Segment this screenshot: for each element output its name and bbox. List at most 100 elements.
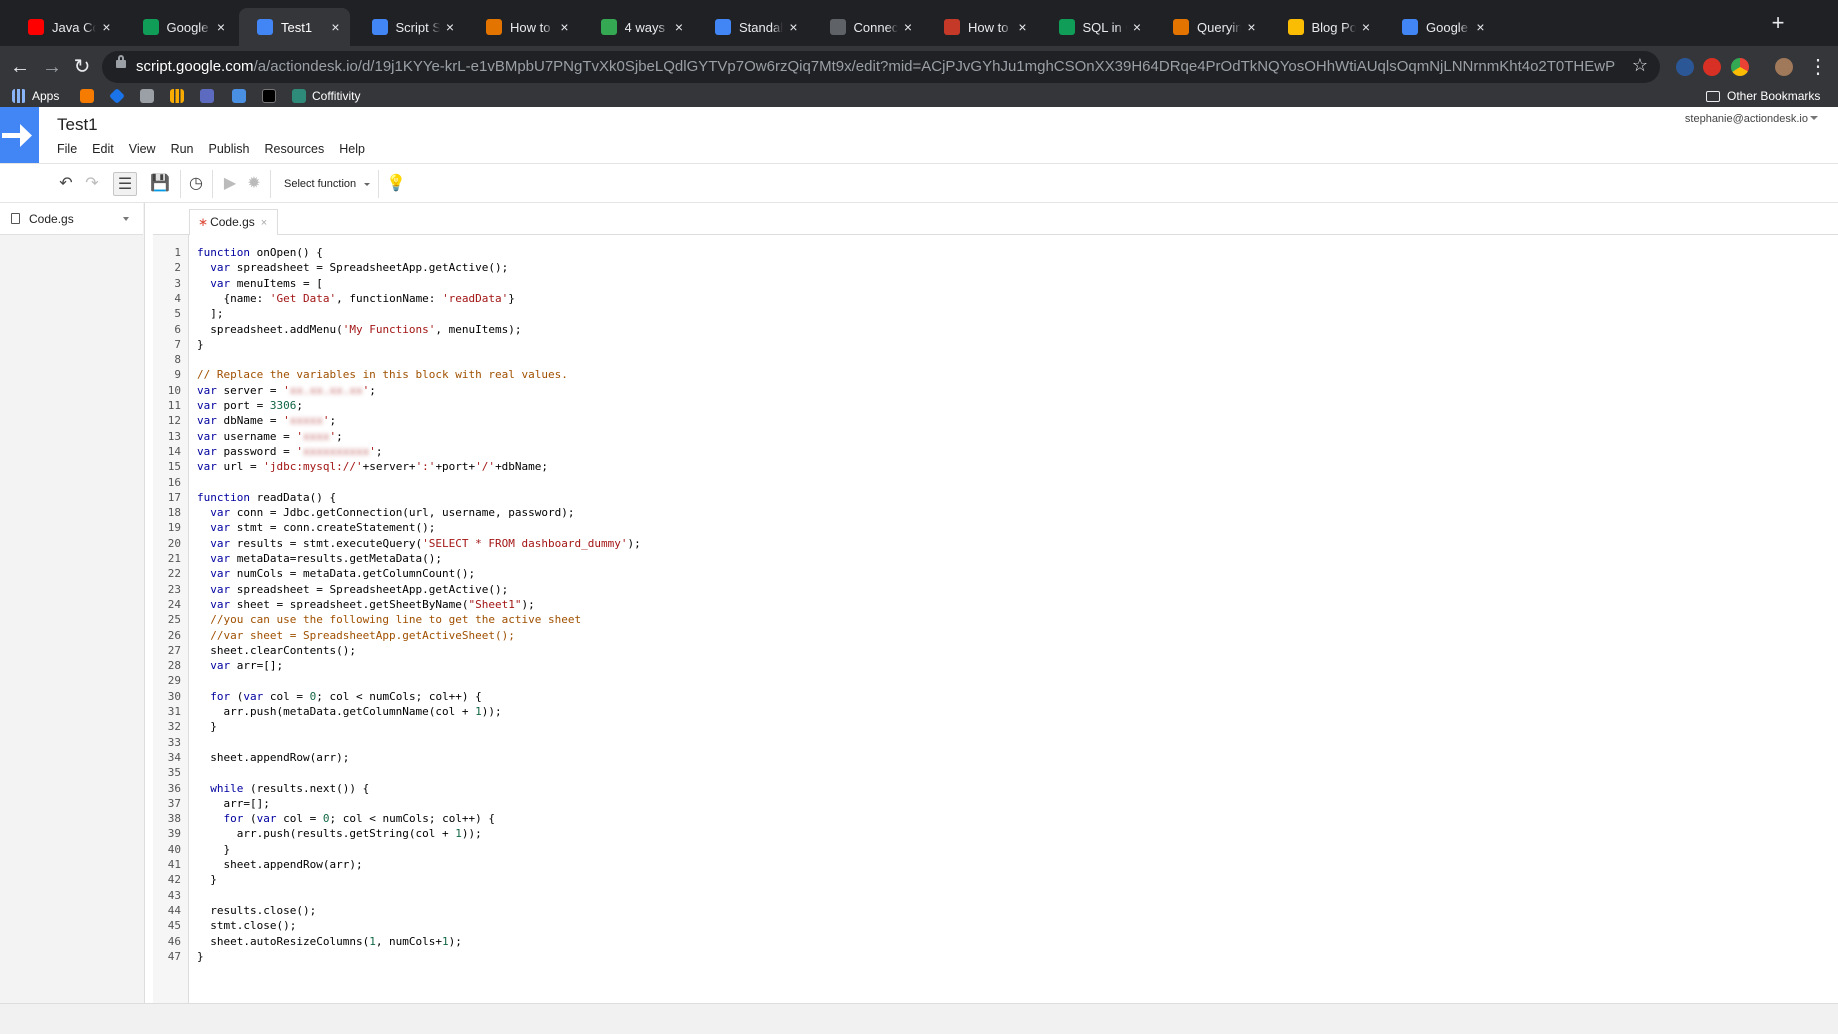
code-line[interactable]: function onOpen() {: [197, 246, 323, 259]
code-line[interactable]: var conn = Jdbc.getConnection(url, usern…: [197, 506, 574, 519]
bookmark-apps[interactable]: Apps: [12, 89, 59, 103]
file-menu-caret-icon[interactable]: [123, 217, 129, 221]
code-line[interactable]: }: [197, 843, 230, 856]
bookmark-item[interactable]: [232, 89, 252, 103]
select-function-dropdown[interactable]: Select function: [284, 174, 371, 194]
back-icon[interactable]: ←: [8, 55, 32, 79]
extension-icon[interactable]: [1676, 58, 1694, 76]
code-line[interactable]: }: [197, 720, 217, 733]
code-line[interactable]: }: [197, 950, 204, 963]
code-line[interactable]: while (results.next()) {: [197, 782, 369, 795]
code-line[interactable]: arr.push(metaData.getColumnName(col + 1)…: [197, 705, 501, 718]
chrome-extension-icon[interactable]: [1731, 58, 1749, 76]
menu-resources[interactable]: Resources: [265, 142, 325, 156]
file-item-code-gs[interactable]: Code.gs: [0, 203, 143, 235]
code-line[interactable]: var username = 'xxxx';: [197, 430, 343, 443]
code-line[interactable]: sheet.autoResizeColumns(1, numCols+1);: [197, 935, 462, 948]
code-line[interactable]: for (var col = 0; col < numCols; col++) …: [197, 690, 482, 703]
apps-script-logo[interactable]: [0, 107, 39, 164]
run-icon[interactable]: ▶: [218, 172, 242, 196]
menu-edit[interactable]: Edit: [92, 142, 114, 156]
browser-tab[interactable]: Google Sheet ×: [125, 8, 236, 46]
reload-icon[interactable]: ↻: [70, 55, 94, 79]
lightbulb-icon[interactable]: 💡: [384, 172, 408, 196]
close-tab-icon[interactable]: ×: [102, 19, 110, 35]
browser-menu-icon[interactable]: ⋮: [1806, 55, 1830, 79]
indent-icon[interactable]: ☰: [113, 172, 137, 196]
bookmark-item[interactable]: [262, 89, 282, 103]
code-line[interactable]: var port = 3306;: [197, 399, 303, 412]
browser-tab[interactable]: Test1 ×: [239, 8, 350, 46]
close-tab-icon[interactable]: ×: [446, 19, 454, 35]
code-line[interactable]: var spreadsheet = SpreadsheetApp.getActi…: [197, 583, 508, 596]
close-tab-icon[interactable]: ×: [1476, 19, 1484, 35]
bookmark-item[interactable]: [80, 89, 100, 103]
code-line[interactable]: var password = 'xxxxxxxxxx';: [197, 445, 382, 458]
code-line[interactable]: //var sheet = SpreadsheetApp.getActiveSh…: [197, 629, 515, 642]
close-tab-icon[interactable]: ×: [1018, 19, 1026, 35]
code-line[interactable]: sheet.appendRow(arr);: [197, 751, 349, 764]
code-line[interactable]: var metaData=results.getMetaData();: [197, 552, 442, 565]
new-tab-icon[interactable]: +: [1766, 10, 1790, 36]
browser-tab[interactable]: Script Servic ×: [354, 8, 465, 46]
code-line[interactable]: var results = stmt.executeQuery('SELECT …: [197, 537, 641, 550]
account-caret-icon[interactable]: [1810, 116, 1818, 120]
code-editor[interactable]: function onOpen() { var spreadsheet = Sp…: [189, 235, 1838, 1003]
close-tab-icon[interactable]: ×: [1247, 19, 1255, 35]
save-icon[interactable]: 💾: [148, 172, 172, 196]
browser-tab[interactable]: Google Sheet ×: [1384, 8, 1495, 46]
code-line[interactable]: sheet.clearContents();: [197, 644, 356, 657]
close-tab-icon[interactable]: ×: [560, 19, 568, 35]
browser-tab[interactable]: Querying SQL ×: [1155, 8, 1266, 46]
close-tab-icon[interactable]: ×: [675, 19, 683, 35]
tab-code-gs[interactable]: ∗ Code.gs ×: [189, 209, 279, 235]
forward-icon[interactable]: →: [40, 55, 64, 79]
code-line[interactable]: ];: [197, 307, 223, 320]
address-bar[interactable]: script.google.com/a/actiondesk.io/d/19j1…: [102, 51, 1660, 83]
account-email[interactable]: stephanie@actiondesk.io: [1685, 113, 1808, 125]
undo-icon[interactable]: ↶: [54, 172, 78, 196]
code-line[interactable]: for (var col = 0; col < numCols; col++) …: [197, 812, 496, 825]
code-line[interactable]: arr.push(results.getString(col + 1));: [197, 827, 482, 840]
menu-publish[interactable]: Publish: [209, 142, 250, 156]
browser-tab[interactable]: 4 ways to ge ×: [583, 8, 694, 46]
project-title[interactable]: Test1: [57, 115, 98, 135]
menu-file[interactable]: File: [57, 142, 77, 156]
code-line[interactable]: var sheet = spreadsheet.getSheetByName("…: [197, 598, 535, 611]
code-line[interactable]: var arr=[];: [197, 659, 283, 672]
close-tab-icon[interactable]: ×: [331, 19, 339, 35]
browser-tab[interactable]: How to conne ×: [468, 8, 579, 46]
bookmark-coffitivity[interactable]: Coffitivity: [292, 89, 360, 103]
code-line[interactable]: {name: 'Get Data', functionName: 'readDa…: [197, 292, 514, 305]
close-tab-icon[interactable]: ×: [217, 19, 225, 35]
code-line[interactable]: results.close();: [197, 904, 316, 917]
code-line[interactable]: //you can use the following line to get …: [197, 613, 581, 626]
close-tab-icon[interactable]: ×: [1133, 19, 1141, 35]
redo-icon[interactable]: ↷: [80, 172, 104, 196]
code-line[interactable]: var spreadsheet = SpreadsheetApp.getActi…: [197, 261, 508, 274]
code-line[interactable]: var dbName = 'xxxxx';: [197, 414, 336, 427]
profile-avatar[interactable]: [1775, 58, 1793, 76]
bookmark-item[interactable]: [140, 89, 160, 103]
browser-tab[interactable]: Standalone S ×: [697, 8, 808, 46]
close-tab-icon[interactable]: ×: [789, 19, 797, 35]
code-line[interactable]: function readData() {: [197, 491, 336, 504]
browser-tab[interactable]: How to Use G ×: [926, 8, 1037, 46]
menu-view[interactable]: View: [129, 142, 156, 156]
code-line[interactable]: // Replace the variables in this block w…: [197, 368, 568, 381]
close-tab-icon[interactable]: ×: [1362, 19, 1370, 35]
browser-tab[interactable]: Blog Posts: F ×: [1270, 8, 1381, 46]
code-line[interactable]: sheet.appendRow(arr);: [197, 858, 362, 871]
menu-run[interactable]: Run: [171, 142, 194, 156]
browser-tab[interactable]: Connecting y ×: [812, 8, 923, 46]
code-line[interactable]: var server = 'xx.xx.xx.xx';: [197, 384, 376, 397]
triggers-clock-icon[interactable]: ◷: [184, 172, 208, 196]
bookmark-item[interactable]: [170, 89, 190, 103]
code-line[interactable]: arr=[];: [197, 797, 269, 810]
code-line[interactable]: }: [197, 873, 217, 886]
code-line[interactable]: }: [197, 338, 204, 351]
close-tab-icon[interactable]: ×: [904, 19, 912, 35]
code-line[interactable]: var stmt = conn.createStatement();: [197, 521, 435, 534]
browser-tab[interactable]: Java Complet ×: [10, 8, 121, 46]
code-line[interactable]: stmt.close();: [197, 919, 296, 932]
